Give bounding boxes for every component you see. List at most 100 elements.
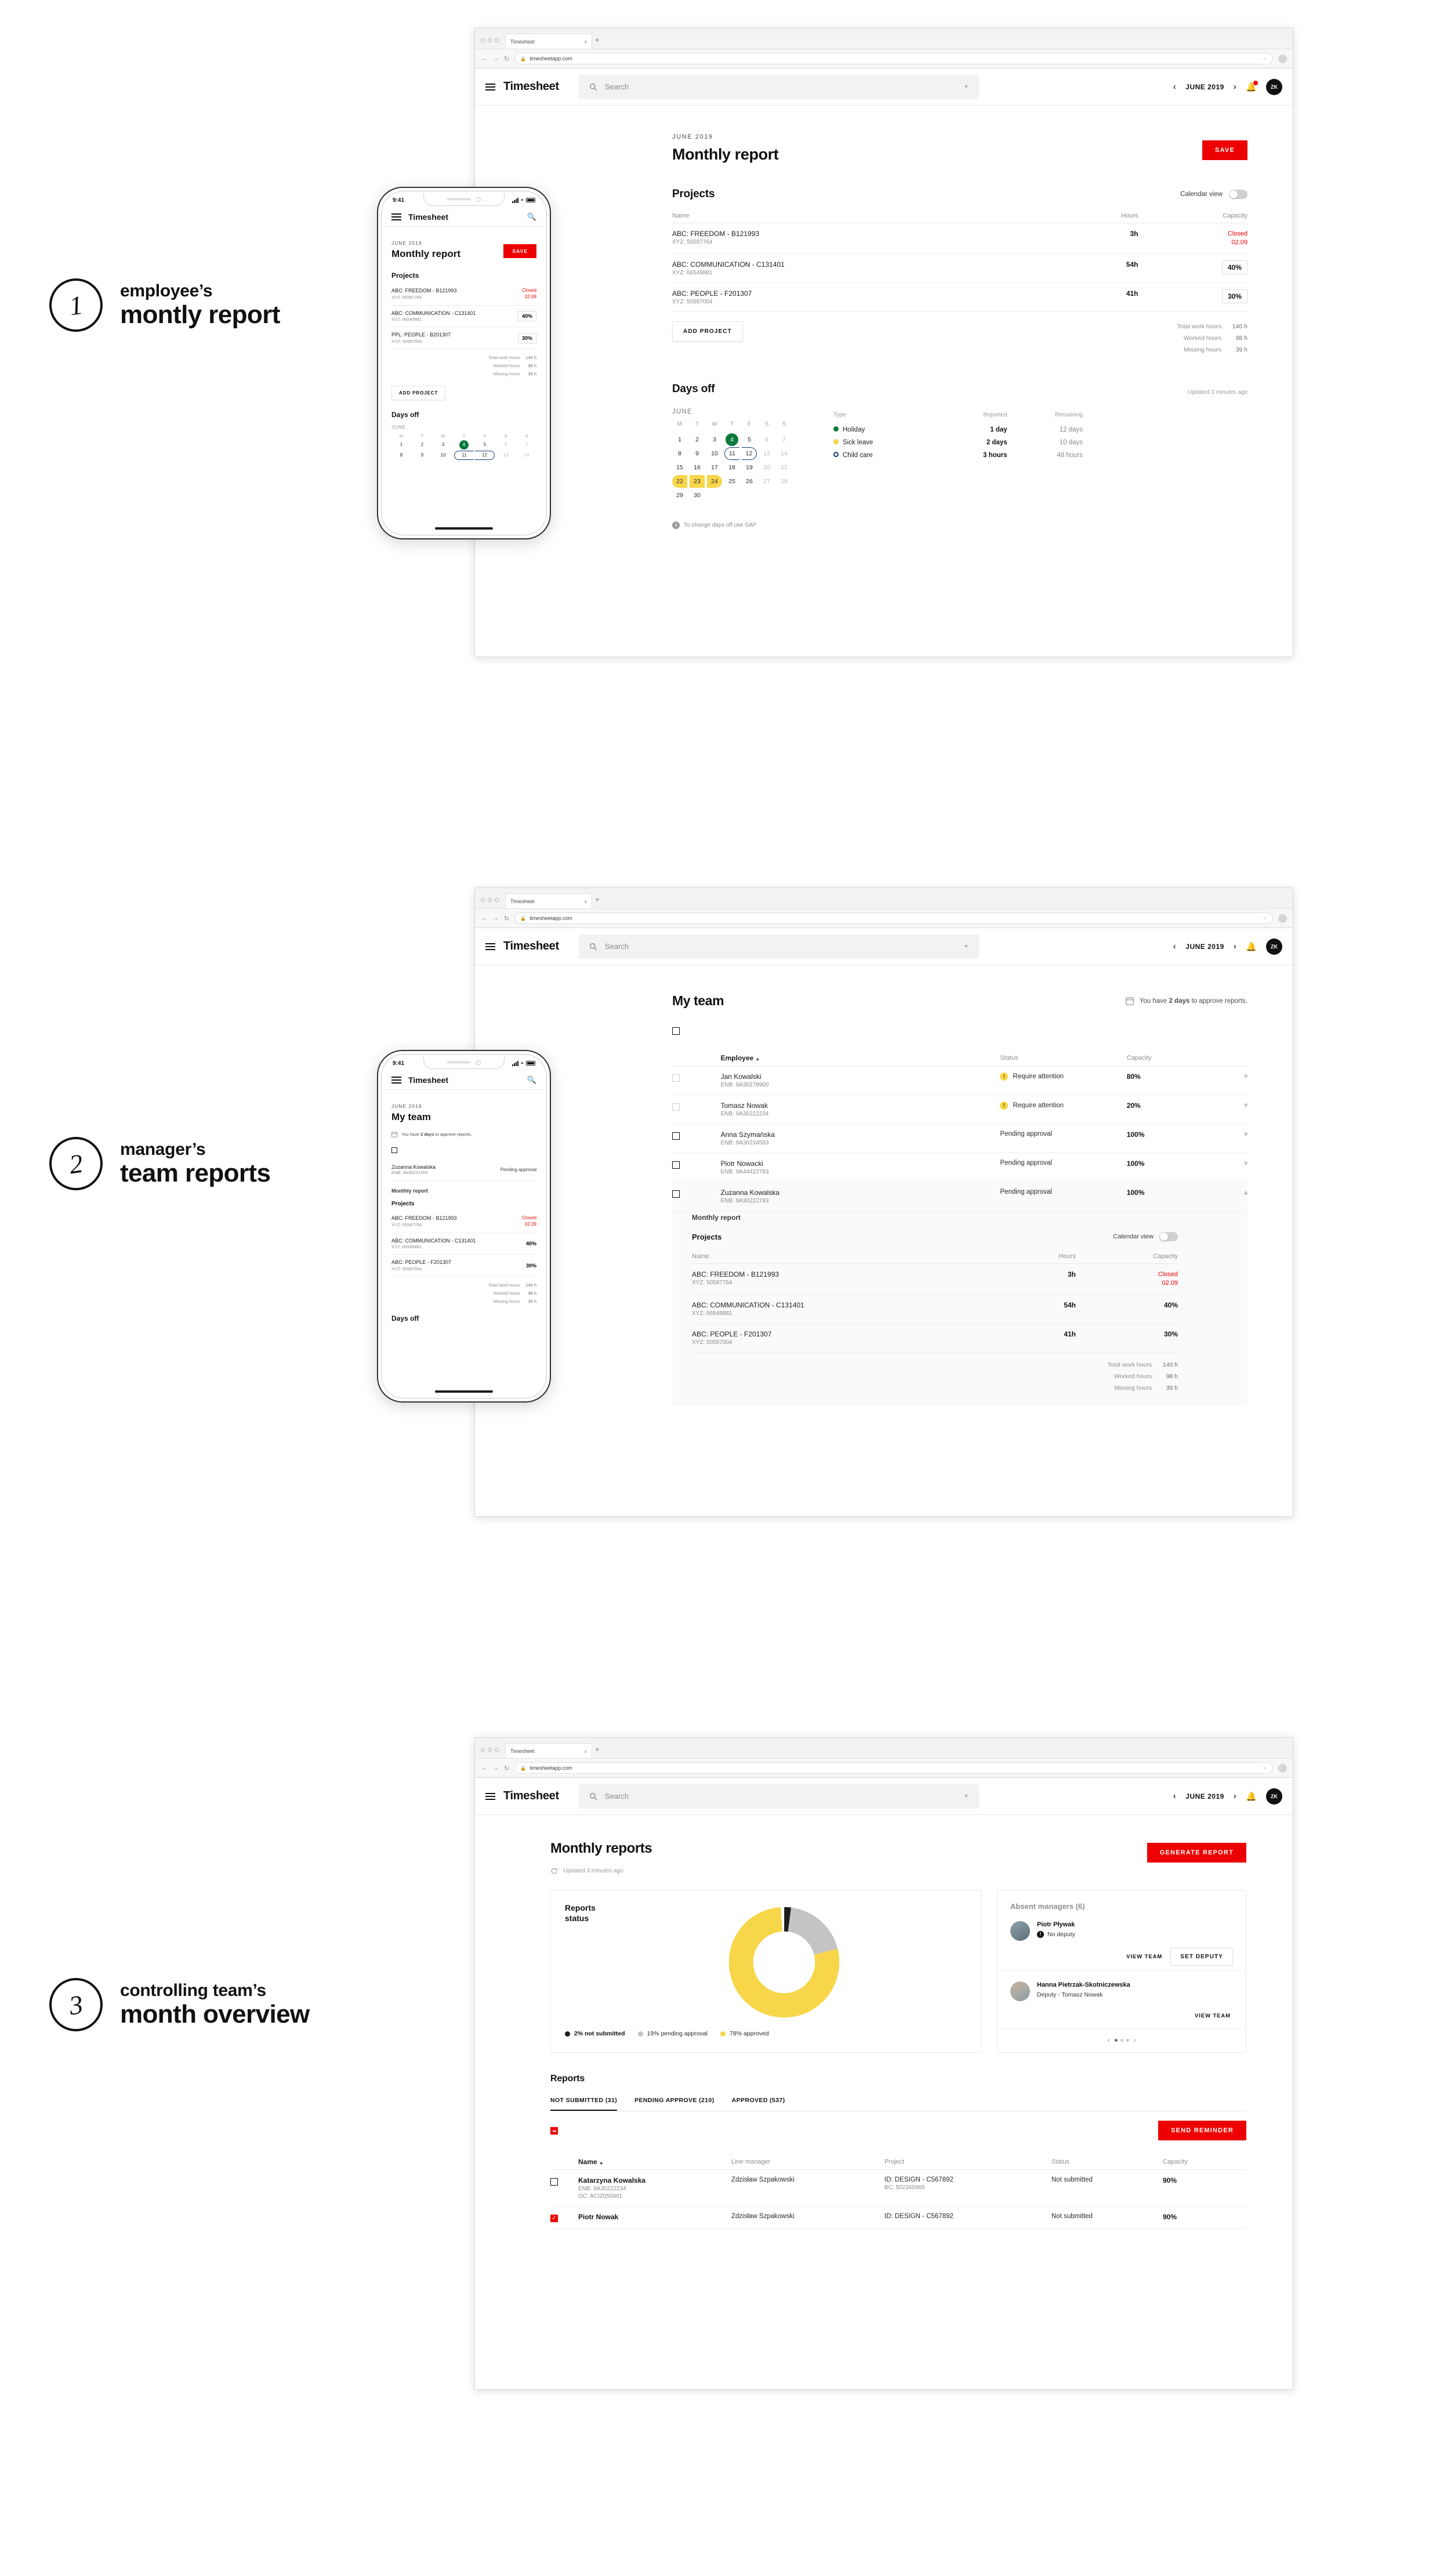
expand-chevron-icon[interactable]: ▵ <box>1218 1182 1247 1211</box>
prev-month-button[interactable]: ‹ <box>1173 941 1177 951</box>
calendar-day[interactable]: 19 <box>742 461 757 474</box>
add-project-button[interactable]: ADD PROJECT <box>672 321 743 342</box>
next-month-button[interactable]: › <box>1234 82 1237 92</box>
table-row[interactable]: Jan Kowalski ENB: 9A30278900! Require atte… <box>672 1066 1247 1095</box>
tab-pending[interactable]: PENDING APPROVE (210) <box>634 2097 714 2111</box>
calendar-day[interactable]: 23 <box>690 474 705 488</box>
avatar[interactable]: ZK <box>1266 78 1282 95</box>
list-item[interactable]: ABC: FREEDOM - B121993 XYZ: 50587764 Close… <box>391 283 536 306</box>
calendar-day[interactable]: 11 <box>724 447 739 460</box>
table-row[interactable]: ABC: PEOPLE - F201307 XYZ: 50587004 41h 30% <box>692 1323 1178 1353</box>
table-row[interactable]: ABC: FREEDOM - B121993 XYZ: 50587764 3h Clo… <box>692 1263 1178 1295</box>
add-project-button[interactable]: ADD PROJECT <box>391 385 446 400</box>
new-tab-icon[interactable]: + <box>595 1745 600 1758</box>
close-icon[interactable]: x <box>585 898 587 904</box>
url-input[interactable]: 🔒 timesheetapp.com ☆ <box>514 53 1273 64</box>
prev-month-button[interactable]: ‹ <box>1173 82 1177 92</box>
calendar-day[interactable]: 2 <box>412 440 432 450</box>
menu-icon[interactable] <box>485 83 495 90</box>
list-item[interactable]: ABC: COMMUNICATION - C131401 XYZ: 6654988… <box>391 1233 536 1255</box>
window-controls[interactable] <box>481 898 499 908</box>
calendar-day[interactable]: 12 <box>475 450 495 460</box>
calendar-day[interactable]: 15 <box>672 461 687 474</box>
window-maximize-dot[interactable] <box>495 1748 499 1752</box>
pager-dot[interactable] <box>1120 2038 1123 2042</box>
calendar-day[interactable]: 26 <box>742 475 757 488</box>
search-input[interactable]: Search ▼ <box>578 934 979 959</box>
browser-profile-avatar[interactable] <box>1278 1763 1287 1773</box>
window-close-dot[interactable] <box>481 1748 485 1752</box>
row-checkbox[interactable] <box>672 1190 680 1198</box>
calendar-day[interactable]: 7 <box>517 440 536 450</box>
tab-not[interactable]: NOT SUBMITTED (31) <box>550 2097 618 2111</box>
forward-icon[interactable]: → <box>492 55 499 62</box>
generate-report-button[interactable]: GENERATE REPORT <box>1147 1843 1246 1863</box>
back-icon[interactable]: ← <box>481 915 487 922</box>
notifications-bell-icon[interactable]: 🔔 <box>1246 941 1257 952</box>
window-controls[interactable] <box>481 38 499 49</box>
project-capacity[interactable]: 40% <box>1221 260 1247 274</box>
calendar-day[interactable]: 4 <box>726 433 738 446</box>
window-minimize-dot[interactable] <box>488 38 492 42</box>
calendar-day[interactable]: 13 <box>496 451 516 460</box>
select-all-checkbox[interactable] <box>391 1147 397 1153</box>
send-reminder-button[interactable]: SEND REMINDER <box>1158 2121 1246 2140</box>
project-capacity[interactable]: 30% <box>517 332 536 343</box>
calendar-day[interactable]: 9 <box>412 451 432 460</box>
calendar-day[interactable]: 5 <box>475 440 495 450</box>
calendar-day[interactable]: 17 <box>707 461 722 474</box>
calendar-day[interactable]: 10 <box>707 447 722 460</box>
window-minimize-dot[interactable] <box>488 1748 492 1752</box>
table-row[interactable]: ABC: FREEDOM - B121993 XYZ: 50587764 3h Clo… <box>672 223 1247 254</box>
row-checkbox[interactable] <box>550 2178 558 2186</box>
expand-chevron-icon[interactable]: ▿ <box>1218 1095 1247 1124</box>
calendar-day[interactable]: 12 <box>742 447 757 460</box>
select-all-checkbox[interactable] <box>672 1027 680 1035</box>
expand-chevron-icon[interactable]: ▿ <box>1218 1066 1247 1095</box>
row-checkbox[interactable] <box>672 1074 680 1082</box>
back-icon[interactable]: ← <box>481 1765 487 1771</box>
row-checkbox[interactable]: ✓ <box>550 2215 558 2222</box>
browser-tab[interactable]: Timesheet x <box>505 893 592 908</box>
list-item[interactable]: ABC: COMMUNICATION - C131401 XYZ: 6654988… <box>391 306 536 328</box>
close-icon[interactable]: x <box>585 1748 587 1754</box>
reload-icon[interactable]: ↻ <box>504 55 509 63</box>
calendar-day[interactable]: 1 <box>391 440 411 450</box>
pager-prev-icon[interactable]: ‹ <box>1108 2036 1110 2044</box>
calendar-day[interactable]: 24 <box>707 474 722 488</box>
calendar-day[interactable]: 13 <box>759 447 774 460</box>
calendar-day[interactable]: 21 <box>777 461 792 474</box>
row-checkbox[interactable] <box>672 1103 680 1111</box>
calendar-day[interactable]: 11 <box>454 450 474 460</box>
calendar-day[interactable]: 1 <box>672 433 687 446</box>
calendar-day[interactable]: 28 <box>777 475 792 488</box>
expand-chevron-icon[interactable]: ▿ <box>1218 1124 1247 1153</box>
calendar-day[interactable]: 22 <box>672 474 687 488</box>
table-row[interactable]: ABC: COMMUNICATION - C131401 XYZ: 6654988… <box>672 253 1247 283</box>
table-row[interactable]: Tomasz Nowak ENB: 9A30222234! Require atte… <box>672 1095 1247 1124</box>
url-input[interactable]: 🔒 timesheetapp.com ☆ <box>514 912 1273 924</box>
table-row[interactable]: Anna Szymańska ENB: 9A30234583 Pending app… <box>672 1124 1247 1153</box>
table-row[interactable]: Piotr Nowacki ENB: 9A44422783 Pending appr… <box>672 1153 1247 1182</box>
calendar-day[interactable]: 8 <box>391 451 411 460</box>
row-checkbox[interactable] <box>672 1132 680 1140</box>
close-icon[interactable]: x <box>585 39 587 45</box>
save-button[interactable]: SAVE <box>1202 140 1247 160</box>
notifications-bell-icon[interactable]: 🔔 <box>1246 80 1258 92</box>
calendar-view-toggle[interactable] <box>1229 190 1247 199</box>
calendar-day[interactable]: 3 <box>707 433 722 446</box>
set-deputy-button[interactable]: SET DEPUTY <box>1170 1948 1233 1966</box>
list-item[interactable]: PPL: PEOPLE - B201307 XYZ: 50587004 30% <box>391 327 536 349</box>
avatar[interactable]: ZK <box>1266 1788 1282 1805</box>
table-row[interactable]: Katarzyna Kowalska ENB: 9A30222234 OC: ACI… <box>550 2169 1246 2207</box>
calendar-day[interactable]: 30 <box>690 489 705 502</box>
window-close-dot[interactable] <box>481 898 485 902</box>
calendar-day[interactable]: 6 <box>496 440 516 450</box>
calendar-day[interactable]: 10 <box>433 451 453 460</box>
calendar-day[interactable]: 5 <box>742 433 757 446</box>
table-row[interactable]: ABC: COMMUNICATION - C131401 XYZ: 6654988… <box>692 1294 1178 1324</box>
phone-calendar-grid[interactable]: 1 2 3 4 5 6 7 8 9 10 11 12 13 14 <box>391 440 536 460</box>
search-icon[interactable]: 🔍 <box>527 212 536 222</box>
window-close-dot[interactable] <box>481 38 485 42</box>
prev-month-button[interactable]: ‹ <box>1173 1791 1177 1801</box>
